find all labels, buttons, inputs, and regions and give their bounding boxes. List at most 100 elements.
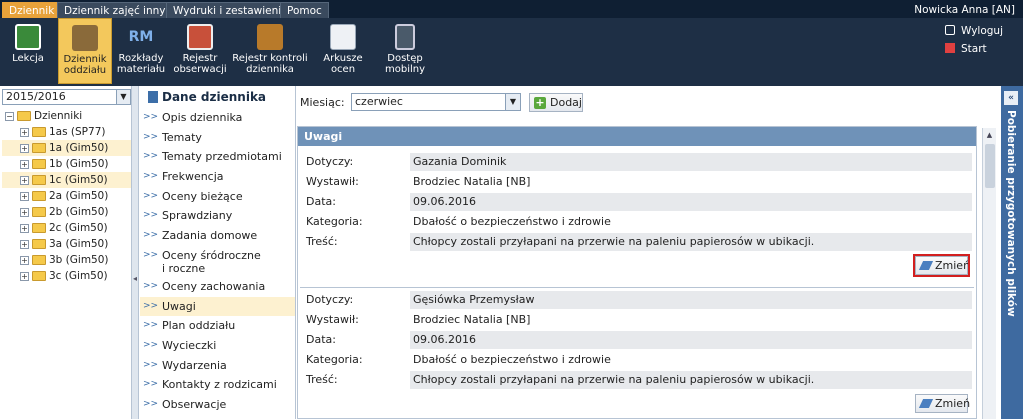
tree-item-class[interactable]: +3a (Gim50) — [2, 236, 131, 252]
expand-icon[interactable]: + — [20, 256, 29, 265]
logout-link[interactable]: Wyloguj — [945, 22, 1003, 40]
expand-icon[interactable]: + — [20, 176, 29, 185]
school-year-select[interactable]: 2015/2016 ▼ — [2, 89, 131, 105]
nav-item-tematy[interactable]: >> Tematy — [140, 128, 295, 148]
expand-icon[interactable]: + — [20, 208, 29, 217]
content-value: Chłopcy zostali przyłapani na przerwie n… — [410, 371, 972, 389]
expand-icon[interactable]: + — [20, 272, 29, 281]
expand-icon[interactable]: + — [20, 224, 29, 233]
dostep-mobilny-button[interactable]: Dostęp mobilny — [380, 18, 430, 84]
field-label: Wystawił: — [306, 313, 359, 326]
nav-item-oceny-srodroczne[interactable]: >> Oceny śródroczne i roczne — [140, 246, 295, 277]
date-value: 09.06.2016 — [410, 193, 972, 211]
downloads-side-panel[interactable]: « Pobieranie przygotowanych plików — [1001, 86, 1023, 419]
chevron-right-icon: >> — [143, 249, 159, 260]
dziennik-oddzialu-button[interactable]: Dziennik oddziału — [58, 18, 112, 84]
field-label: Wystawił: — [306, 175, 359, 188]
add-button[interactable]: + Dodaj — [529, 93, 583, 112]
arkusze-ocen-button[interactable]: Arkusze ocen — [318, 18, 368, 84]
tree-item-class[interactable]: +1c (Gim50) — [2, 172, 131, 188]
rejestr-obserwacji-button[interactable]: Rejestr obserwacji — [172, 18, 228, 84]
tree-item-class[interactable]: +3c (Gim50) — [2, 268, 131, 284]
expand-icon[interactable]: + — [20, 240, 29, 249]
home-icon — [945, 43, 955, 53]
tree-item-class[interactable]: +3b (Gim50) — [2, 252, 131, 268]
tree-root[interactable]: − Dzienniki — [2, 108, 131, 124]
nav-item-wycieczki[interactable]: >> Wycieczki — [140, 336, 295, 356]
folder-icon — [32, 207, 46, 217]
month-select[interactable]: czerwiec ▼ — [351, 93, 521, 111]
chevron-right-icon: >> — [143, 151, 159, 162]
change-button[interactable]: Zmień — [915, 394, 970, 413]
nav-item-oceny-zachowania[interactable]: >> Oceny zachowania — [140, 277, 295, 297]
expand-icon[interactable]: + — [20, 128, 29, 137]
nav-item-wydarzenia[interactable]: >> Wydarzenia — [140, 356, 295, 376]
date-value: 09.06.2016 — [410, 331, 972, 349]
tree-item-class[interactable]: +1a (Gim50) — [2, 140, 131, 156]
chevron-right-icon: >> — [143, 171, 159, 182]
student-value: Gazania Dominik — [410, 153, 972, 171]
chevron-left-icon[interactable]: ◂ — [133, 274, 137, 283]
field-label: Dotyczy: — [306, 293, 354, 306]
nav-item-sprawdziany[interactable]: >> Sprawdziany — [140, 206, 295, 226]
folder-icon — [32, 271, 46, 281]
lekcja-button[interactable]: Lekcja — [4, 18, 52, 84]
expand-icon[interactable]: + — [20, 144, 29, 153]
nav-item-kontakty-z-rodzicami[interactable]: >> Kontakty z rodzicami — [140, 375, 295, 395]
rejestr-kontroli-dziennika-button[interactable]: Rejestr kontroli dziennika — [232, 18, 308, 84]
downloads-panel-label: Pobieranie przygotowanych plików — [1005, 110, 1017, 317]
folder-icon — [32, 191, 46, 201]
scroll-thumb[interactable] — [985, 144, 995, 188]
field-label: Dotyczy: — [306, 155, 354, 168]
journal-icon — [72, 25, 98, 51]
tab-pomoc[interactable]: Pomoc — [280, 2, 329, 18]
expand-icon[interactable]: + — [20, 160, 29, 169]
expand-icon[interactable]: + — [20, 192, 29, 201]
start-link[interactable]: Start — [945, 40, 1003, 58]
tree-item-class[interactable]: +1as (SP77) — [2, 124, 131, 140]
student-value: Gęsiówka Przemysław — [410, 291, 972, 309]
double-chevron-left-icon[interactable]: « — [1004, 91, 1018, 105]
journal-nav-panel: Dane dziennika >> Opis dziennika >> Tematy… — [140, 86, 296, 419]
nav-item-frekwencja[interactable]: >> Frekwencja — [140, 167, 295, 187]
nav-item-opis-dziennika[interactable]: >> Opis dziennika — [140, 108, 295, 128]
tab-wydruki-i-zestawienia[interactable]: Wydruki i zestawienia — [166, 2, 295, 18]
vertical-scrollbar[interactable]: ▲ — [982, 128, 996, 419]
nav-item-oceny-biezace[interactable]: >> Oceny bieżące — [140, 187, 295, 207]
change-button[interactable]: Zmień — [913, 254, 970, 277]
category-value: Dbałość o bezpieczeństwo i zdrowie — [410, 213, 972, 231]
folder-icon — [32, 143, 46, 153]
field-label: Kategoria: — [306, 353, 363, 366]
tree-item-class[interactable]: +2a (Gim50) — [2, 188, 131, 204]
filter-bar: Miesiąc: czerwiec ▼ + Dodaj — [297, 86, 997, 120]
folder-icon — [32, 159, 46, 169]
nav-item-zadania-domowe[interactable]: >> Zadania domowe — [140, 226, 295, 246]
chevron-down-icon[interactable]: ▼ — [505, 94, 520, 110]
tab-dziennik[interactable]: Dziennik — [2, 2, 62, 18]
panel-splitter[interactable]: ◂ — [132, 86, 139, 419]
scroll-up-icon[interactable]: ▲ — [983, 128, 996, 142]
tree-item-class[interactable]: +1b (Gim50) — [2, 156, 131, 172]
tree-item-class[interactable]: +2b (Gim50) — [2, 204, 131, 220]
field-label: Data: — [306, 333, 336, 346]
lock-icon — [945, 25, 955, 35]
chevron-right-icon: >> — [143, 379, 159, 390]
collapse-icon[interactable]: − — [5, 112, 14, 121]
plus-icon: + — [534, 96, 546, 109]
nav-item-tematy-przedmiotami[interactable]: >> Tematy przedmiotami — [140, 147, 295, 167]
rozklady-materialu-button[interactable]: RM Rozkłady materiału — [114, 18, 168, 84]
lesson-icon — [15, 24, 41, 50]
remark-record: Dotyczy: Gęsiówka Przemysław Wystawił: Bro… — [298, 290, 976, 416]
remarks-section: Uwagi Dotyczy: Gazania Dominik Wystawił: B… — [297, 126, 977, 419]
nav-item-uwagi[interactable]: >> Uwagi — [140, 296, 295, 317]
observation-register-icon — [187, 24, 213, 50]
nav-item-plan-oddzialu[interactable]: >> Plan oddziału — [140, 316, 295, 336]
chevron-right-icon: >> — [143, 398, 159, 409]
class-tree: − Dzienniki +1as (SP77) +1a (Gim50) +1b … — [2, 108, 131, 284]
chevron-down-icon[interactable]: ▼ — [116, 90, 130, 104]
chevron-right-icon: >> — [143, 131, 159, 142]
nav-item-obserwacje[interactable]: >> Obserwacje — [140, 395, 295, 415]
remark-record: Dotyczy: Gazania Dominik Wystawił: Brodzie… — [298, 152, 976, 278]
folder-icon — [32, 175, 46, 185]
tree-item-class[interactable]: +2c (Gim50) — [2, 220, 131, 236]
